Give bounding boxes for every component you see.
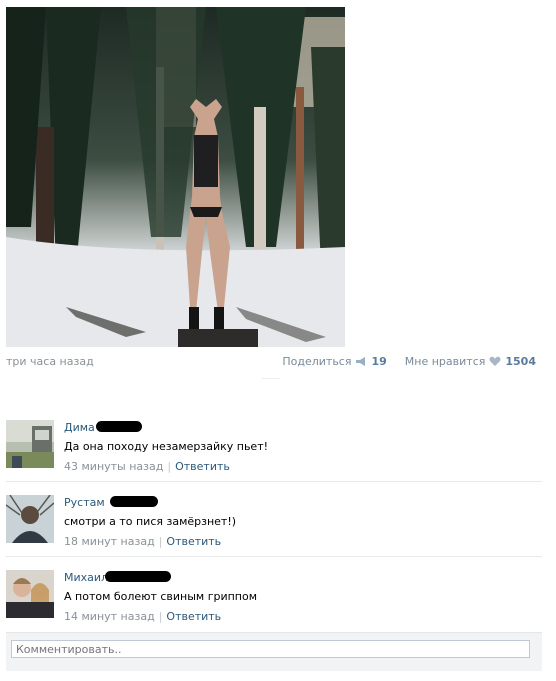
comment-footer: 14 минут назад | Ответить	[64, 610, 221, 623]
forest-photo-illustration	[6, 7, 345, 347]
post-actions: Поделиться 19 Мне нравится 1504	[282, 355, 536, 368]
comment-divider	[6, 556, 542, 557]
avatar[interactable]	[6, 495, 54, 543]
separator: |	[167, 460, 172, 473]
heart-icon[interactable]	[489, 356, 501, 367]
comment-author[interactable]: Рустам	[64, 496, 105, 509]
comment-input[interactable]	[11, 640, 530, 658]
like-count: 1504	[505, 355, 536, 368]
comment-item: Рустам смотри а то пися замёрзнет!) 18 м…	[6, 495, 542, 557]
post-photo[interactable]	[6, 7, 345, 347]
comment-divider	[6, 481, 542, 482]
share-count: 19	[371, 355, 387, 368]
comment-author[interactable]: Михаил	[64, 571, 108, 584]
megaphone-icon[interactable]	[355, 356, 367, 367]
comment-text: смотри а то пися замёрзнет!)	[64, 515, 237, 528]
comment-item: Дима Да она походу незамерзайку пьет! 43…	[6, 420, 542, 482]
censor-bar	[105, 571, 171, 582]
like-button[interactable]: Мне нравится	[405, 355, 486, 368]
comment-text: А потом болеют свиным гриппом	[64, 590, 258, 603]
comment-footer: 18 минут назад | Ответить	[64, 535, 221, 548]
separator: |	[158, 535, 163, 548]
comment-composer	[6, 632, 542, 671]
reply-button[interactable]: Ответить	[166, 610, 221, 623]
censor-bar	[96, 421, 142, 432]
comment-author[interactable]: Дима	[64, 421, 95, 434]
censor-bar	[110, 496, 158, 507]
comment-time[interactable]: 14 минут назад	[64, 610, 155, 623]
comment-time[interactable]: 18 минут назад	[64, 535, 155, 548]
avatar[interactable]	[6, 420, 54, 468]
share-button[interactable]: Поделиться	[282, 355, 351, 368]
reply-button[interactable]: Ответить	[175, 460, 230, 473]
divider	[262, 378, 280, 379]
separator: |	[158, 610, 163, 623]
avatar[interactable]	[6, 570, 54, 618]
comment-footer: 43 минуты назад | Ответить	[64, 460, 230, 473]
post-time: три часа назад	[6, 355, 94, 368]
reply-button[interactable]: Ответить	[166, 535, 221, 548]
post-meta: три часа назад Поделиться 19 Мне нравитс…	[6, 355, 536, 371]
comment-time[interactable]: 43 минуты назад	[64, 460, 163, 473]
comment-item: Михаил А потом болеют свиным гриппом 14 …	[6, 570, 542, 632]
comment-text: Да она походу незамерзайку пьет!	[64, 440, 269, 453]
